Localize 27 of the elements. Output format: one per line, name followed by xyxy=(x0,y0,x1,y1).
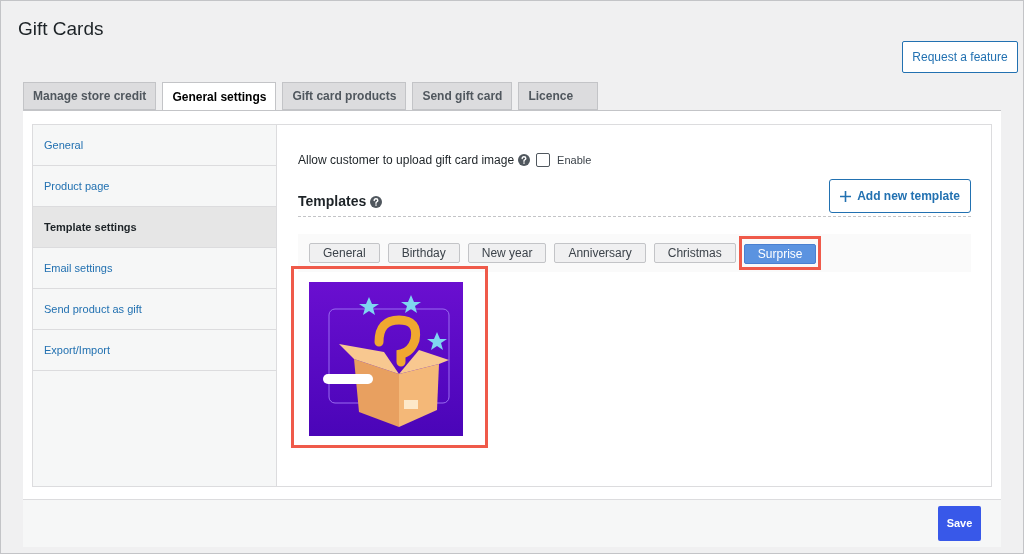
template-category-button[interactable]: New year xyxy=(467,243,547,263)
request-feature-button[interactable]: Request a feature xyxy=(902,41,1018,73)
settings-tab[interactable]: Send gift card xyxy=(412,82,513,110)
sidebar-item[interactable]: Email settings xyxy=(33,248,276,289)
add-template-button[interactable]: Add new template xyxy=(829,179,971,213)
settings-tab[interactable]: Gift card products xyxy=(282,82,407,110)
page-title: Gift Cards xyxy=(18,17,104,41)
help-icon xyxy=(518,154,531,166)
sidebar-item[interactable]: Template settings xyxy=(33,207,276,248)
template-category-button[interactable]: Christmas xyxy=(653,243,736,263)
settings-tab[interactable]: Licence xyxy=(518,82,599,110)
settings-tab[interactable]: General settings xyxy=(162,82,277,111)
template-category-button[interactable]: Surprise xyxy=(743,244,817,264)
plus-icon xyxy=(840,190,852,202)
enable-checkbox[interactable] xyxy=(536,153,551,167)
sidebar-item[interactable]: Send product as gift xyxy=(33,289,276,330)
template-category-button[interactable]: General xyxy=(309,243,380,263)
help-icon xyxy=(370,195,383,208)
save-button[interactable]: Save xyxy=(938,506,981,541)
settings-tab[interactable]: Manage store credit xyxy=(23,82,157,110)
sidebar-item[interactable]: General xyxy=(33,125,276,166)
template-category-button[interactable]: Anniversary xyxy=(554,243,646,263)
sidebar-item[interactable]: Export/Import xyxy=(33,330,276,371)
upload-option-label: Allow customer to upload gift card image xyxy=(298,152,515,169)
enable-label: Enable xyxy=(557,152,592,168)
template-category-button[interactable]: Birthday xyxy=(387,243,460,263)
templates-heading: Templates xyxy=(298,192,367,211)
